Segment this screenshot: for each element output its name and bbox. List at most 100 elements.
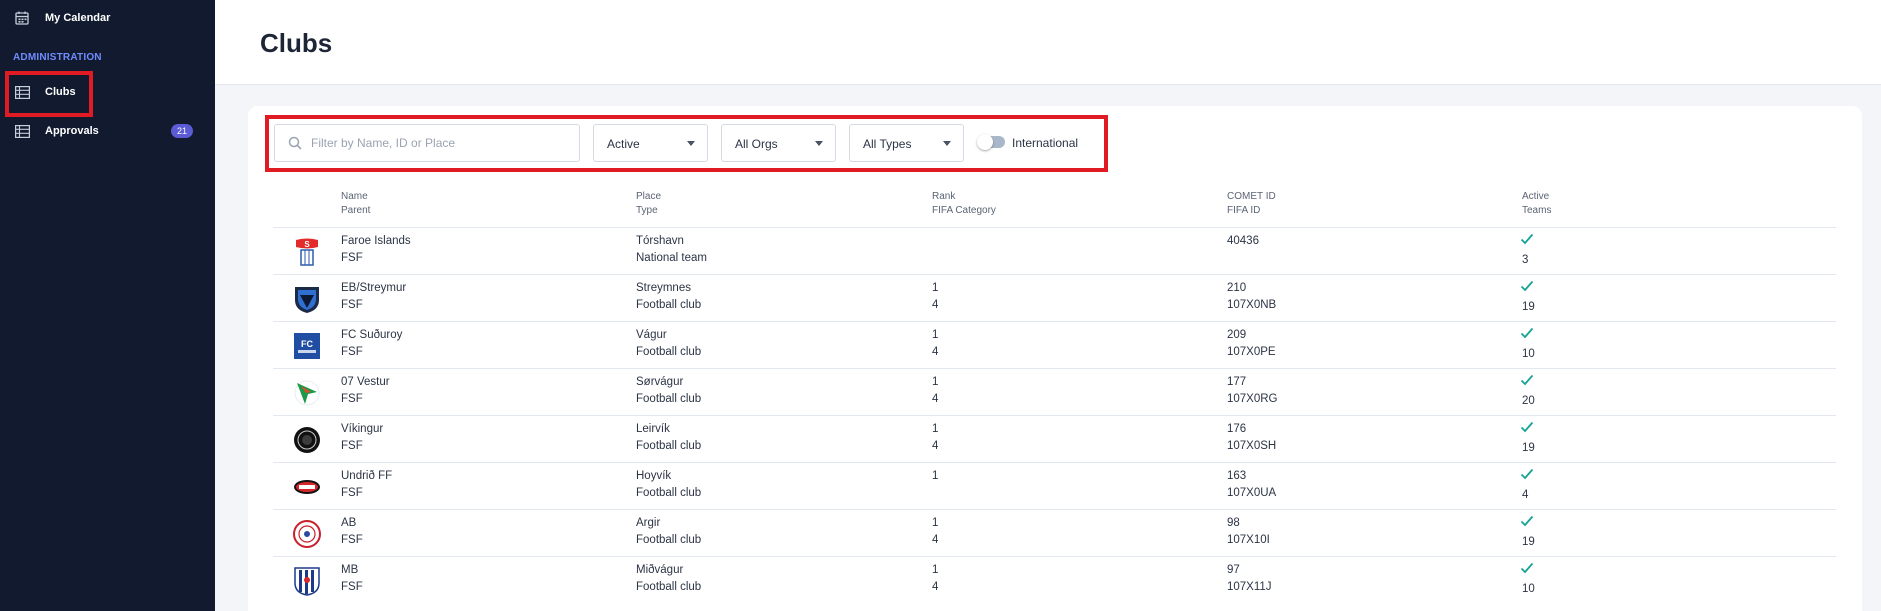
table-row[interactable]: EB/Streymur FSF Streymnes Football club 1 4 21…	[273, 274, 1836, 321]
club-active-teams: 10	[1522, 583, 1535, 595]
club-active-teams: 19	[1522, 536, 1535, 548]
club-active-teams: 20	[1522, 395, 1535, 407]
club-fifa-category: 4	[932, 299, 939, 311]
header-line: COMET ID	[1227, 191, 1276, 202]
club-logo-icon	[293, 566, 321, 596]
header-line: Parent	[341, 205, 371, 216]
club-fifa-category: 4	[932, 393, 939, 405]
club-comet-id: 177	[1227, 376, 1247, 388]
club-fifa-id: 107X10I	[1227, 534, 1270, 546]
club-fifa-id: 107X0NB	[1227, 299, 1277, 311]
table-row[interactable]: Undrið FF FSF Hoyvík Football club 1 163 107X0…	[273, 462, 1836, 509]
club-place: Miðvágur	[636, 564, 684, 576]
club-active-teams: 10	[1522, 348, 1535, 360]
header-line: FIFA Category	[932, 205, 996, 216]
club-type: Football club	[636, 346, 702, 358]
club-parent: FSF	[341, 581, 363, 593]
club-name: Undrið FF	[341, 470, 393, 482]
club-fifa-category: 4	[932, 581, 939, 593]
club-type: Football club	[636, 393, 702, 405]
sidebar-item-approvals[interactable]: Approvals 21	[0, 116, 215, 146]
table-row[interactable]: S Faroe Islands FSF Tórshavn National team 40…	[273, 227, 1836, 274]
check-icon	[1520, 514, 1534, 527]
club-type: Football club	[636, 299, 702, 311]
club-parent: FSF	[341, 346, 363, 358]
club-name: 07 Vestur	[341, 376, 390, 388]
club-rank: 1	[932, 282, 939, 294]
club-name: MB	[341, 564, 359, 576]
club-rank: 1	[932, 564, 939, 576]
club-place: Tórshavn	[636, 235, 684, 247]
table-row[interactable]: Víkingur FSF Leirvík Football club 1 4 176 107X…	[273, 415, 1836, 462]
check-icon	[1520, 467, 1534, 480]
club-place: Argir	[636, 517, 661, 529]
sidebar: My Calendar ADMINISTRATION Clubs Approva…	[0, 0, 215, 611]
club-type: Football club	[636, 534, 702, 546]
club-name: Faroe Islands	[341, 235, 411, 247]
club-name: AB	[341, 517, 357, 529]
club-fifa-category: 4	[932, 534, 939, 546]
club-fifa-id: 107X0RG	[1227, 393, 1278, 405]
club-rank: 1	[932, 329, 939, 341]
club-name: FC Suðuroy	[341, 329, 403, 341]
check-icon	[1520, 420, 1534, 433]
svg-text:FC: FC	[301, 339, 313, 349]
club-rank: 1	[932, 517, 939, 529]
club-logo-icon: S	[293, 237, 321, 267]
check-icon	[1520, 232, 1534, 245]
club-parent: FSF	[341, 299, 363, 311]
club-logo-icon	[293, 425, 321, 455]
club-place: Hoyvík	[636, 470, 672, 482]
club-place: Vágur	[636, 329, 667, 341]
sidebar-section-title: ADMINISTRATION	[13, 52, 102, 63]
club-fifa-id: 107X11J	[1227, 581, 1272, 593]
column-header-active-teams[interactable]: Active Teams	[1522, 190, 1551, 218]
page-header: Clubs	[215, 0, 1881, 85]
club-comet-id: 40436	[1227, 235, 1259, 247]
column-header-name[interactable]: Name Parent	[341, 190, 370, 218]
club-parent: FSF	[341, 252, 363, 264]
column-header-place[interactable]: Place Type	[636, 190, 661, 218]
calendar-icon	[14, 10, 30, 26]
club-logo-icon	[293, 284, 321, 314]
column-header-rank[interactable]: Rank FIFA Category	[932, 190, 996, 218]
header-line: Type	[636, 205, 658, 216]
sidebar-item-label: My Calendar	[45, 12, 111, 24]
table-row[interactable]: MB FSF Miðvágur Football club 1 4 97 107X11J 10	[273, 556, 1836, 603]
table-row[interactable]: FC FC Suðuroy FSF Vágur Football club 1 4 209 10…	[273, 321, 1836, 368]
table-row[interactable]: AB FSF Argir Football club 1 4 98 107X10I 19	[273, 509, 1836, 556]
check-icon	[1520, 279, 1534, 292]
table-row[interactable]: 07 Vestur FSF Sørvágur Football club 1 4 177 10…	[273, 368, 1836, 415]
club-active-teams: 19	[1522, 301, 1535, 313]
club-comet-id: 210	[1227, 282, 1247, 294]
column-header-comet-id[interactable]: COMET ID FIFA ID	[1227, 190, 1276, 218]
header-line: FIFA ID	[1227, 205, 1261, 216]
club-parent: FSF	[341, 534, 363, 546]
club-fifa-category: 4	[932, 346, 939, 358]
club-comet-id: 163	[1227, 470, 1247, 482]
check-icon	[1520, 561, 1534, 574]
club-type: Football club	[636, 581, 702, 593]
club-logo-icon	[293, 378, 321, 408]
club-comet-id: 98	[1227, 517, 1240, 529]
club-rank: 1	[932, 376, 939, 388]
club-parent: FSF	[341, 440, 363, 452]
highlight-box	[5, 71, 93, 117]
highlight-box	[265, 115, 1108, 172]
sidebar-item-my-calendar[interactable]: My Calendar	[0, 3, 215, 33]
club-place: Leirvík	[636, 423, 670, 435]
check-icon	[1520, 373, 1534, 386]
club-rank: 1	[932, 470, 939, 482]
club-comet-id: 97	[1227, 564, 1240, 576]
club-active-teams: 4	[1522, 489, 1529, 501]
header-line: Active	[1522, 191, 1550, 202]
club-type: Football club	[636, 440, 702, 452]
club-logo-icon: FC	[293, 331, 321, 361]
club-fifa-id: 107X0SH	[1227, 440, 1277, 452]
count-badge: 21	[170, 124, 193, 138]
club-fifa-id: 107X0PE	[1227, 346, 1276, 358]
club-parent: FSF	[341, 487, 363, 499]
club-comet-id: 209	[1227, 329, 1247, 341]
header-line: Teams	[1522, 205, 1552, 216]
club-active-teams: 3	[1522, 254, 1529, 266]
